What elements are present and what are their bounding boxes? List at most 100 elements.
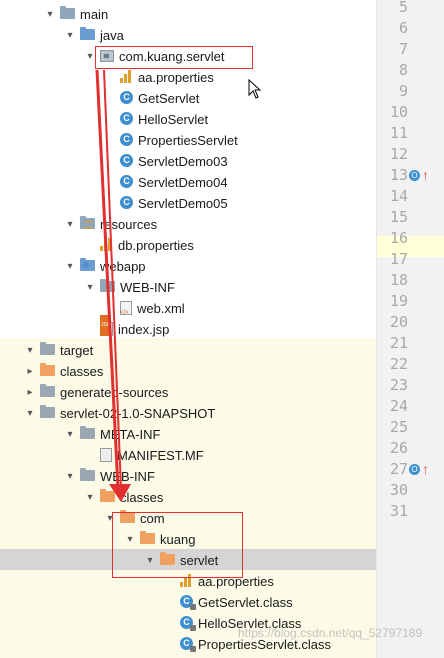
folder-icon xyxy=(80,27,95,40)
tree-item[interactable]: db.properties xyxy=(84,235,194,256)
chevron-down-icon[interactable]: ▾ xyxy=(84,46,96,67)
tree-item[interactable]: ▾ META-INF xyxy=(64,424,160,445)
chevron-right-icon[interactable]: ▸ xyxy=(24,382,36,403)
tree-item[interactable]: ▾ servlet xyxy=(144,550,218,571)
tree-item-label: kuang xyxy=(160,532,196,547)
tree-item[interactable]: index.jsp xyxy=(84,315,169,340)
tree-item-label: WEB-INF xyxy=(100,469,155,484)
properties-file-icon xyxy=(120,70,133,83)
override-marker[interactable]: O ↑ xyxy=(409,459,441,480)
tree-item[interactable]: ▾ resources xyxy=(64,214,157,235)
chevron-right-icon[interactable]: ▸ xyxy=(24,361,36,382)
tree-item[interactable]: C ServletDemo03 xyxy=(104,151,228,172)
tree-item[interactable]: C ServletDemo05 xyxy=(104,193,228,214)
tree-item[interactable]: ▾ classes xyxy=(84,487,163,508)
class-icon: C xyxy=(120,196,133,209)
line-number: 14 xyxy=(389,187,408,205)
chevron-down-icon[interactable]: ▾ xyxy=(64,25,76,46)
tree-item[interactable]: ▾ target xyxy=(24,340,93,361)
tree-item[interactable]: aa.properties xyxy=(164,571,274,592)
line-number: 27 xyxy=(389,460,408,478)
tree-item[interactable]: ▾ main xyxy=(44,4,108,25)
folder-icon xyxy=(160,552,175,565)
line-number: 24 xyxy=(389,397,408,415)
tree-item-label: resources xyxy=(100,217,158,232)
folder-icon xyxy=(80,468,95,481)
tree-item[interactable]: ▾ webapp xyxy=(64,256,146,277)
tree-item[interactable]: aa.properties xyxy=(104,67,214,88)
line-number: 19 xyxy=(389,292,408,310)
folder-icon xyxy=(40,342,55,355)
tree-item[interactable]: C GetServlet xyxy=(104,88,199,109)
overrides-method-icon: O xyxy=(409,170,420,181)
folder-icon xyxy=(60,6,75,19)
tree-item-label: web.xml xyxy=(137,301,185,316)
line-number: 25 xyxy=(389,418,408,436)
chevron-down-icon[interactable]: ▾ xyxy=(64,256,76,277)
tree-item-label: GetServlet.class xyxy=(198,595,293,610)
class-file-icon: C xyxy=(180,595,196,610)
tree-item[interactable]: C ServletDemo04 xyxy=(104,172,228,193)
line-number: 23 xyxy=(389,376,408,394)
tree-item[interactable]: ▾ servlet-02-1.0-SNAPSHOT xyxy=(24,403,215,424)
chevron-down-icon[interactable]: ▾ xyxy=(124,529,136,550)
tree-item[interactable]: C GetServlet.class xyxy=(164,592,293,613)
line-number: 11 xyxy=(389,124,408,142)
class-icon: C xyxy=(120,175,133,188)
tree-item-label: target xyxy=(60,343,94,358)
chevron-down-icon[interactable]: ▾ xyxy=(104,508,116,529)
project-tree: ▾ main ▾ java ▾ com.kuang.servlet aa.propertie… xyxy=(0,0,376,658)
line-number: 17 xyxy=(389,250,408,268)
tree-item[interactable]: C PropertiesServlet xyxy=(104,130,238,151)
class-icon: C xyxy=(120,133,133,146)
folder-icon xyxy=(100,279,115,292)
tree-item-label: main xyxy=(80,7,109,22)
line-number: 21 xyxy=(389,334,408,352)
chevron-down-icon[interactable]: ▾ xyxy=(84,277,96,298)
tree-item[interactable]: ▸ classes xyxy=(24,361,103,382)
tree-item[interactable]: ▾ WEB-INF xyxy=(64,466,155,487)
line-number: 16 xyxy=(389,229,408,247)
tree-item[interactable]: ▾ WEB-INF xyxy=(84,277,175,298)
chevron-down-icon[interactable]: ▾ xyxy=(144,550,156,571)
chevron-down-icon[interactable]: ▾ xyxy=(64,424,76,445)
resources-folder-icon xyxy=(80,216,95,229)
editor-gutter: 5 6 7 8 9 10 11 12 13 14 15 16 17 18 19 20 21 22 23 24 25 26 2… xyxy=(376,0,444,658)
class-icon: C xyxy=(120,154,133,167)
chevron-down-icon[interactable]: ▾ xyxy=(64,466,76,487)
folder-icon xyxy=(100,489,115,502)
tree-item[interactable]: web.xml xyxy=(104,298,185,324)
xml-file-icon xyxy=(120,301,132,324)
tree-item-label: generated-sources xyxy=(60,385,169,400)
line-number: 30 xyxy=(389,481,408,499)
chevron-down-icon[interactable]: ▾ xyxy=(24,340,36,361)
package-icon xyxy=(100,50,114,62)
tree-item[interactable]: ▾ com.kuang.servlet xyxy=(84,46,225,67)
class-icon: C xyxy=(120,91,133,104)
manifest-file-icon xyxy=(100,448,112,462)
chevron-down-icon[interactable]: ▾ xyxy=(24,403,36,424)
tree-item[interactable]: ▾ java xyxy=(64,25,124,46)
line-number: 20 xyxy=(389,313,408,331)
tree-item[interactable]: MANIFEST.MF xyxy=(84,445,204,466)
chevron-down-icon[interactable]: ▾ xyxy=(84,487,96,508)
tree-item[interactable]: ▾ com xyxy=(104,508,165,529)
tree-item-label: com.kuang.servlet xyxy=(119,49,225,64)
tree-item-label: classes xyxy=(120,490,164,505)
class-file-icon: C xyxy=(180,616,196,631)
tree-item[interactable]: ▾ kuang xyxy=(124,529,195,550)
arrow-up-icon: ↑ xyxy=(422,167,429,183)
tree-item-label: com xyxy=(140,511,165,526)
tree-item[interactable]: C HelloServlet xyxy=(104,109,208,130)
tree-item[interactable]: ▸ generated-sources xyxy=(24,382,168,403)
tree-item-label: ServletDemo04 xyxy=(138,175,228,190)
chevron-down-icon[interactable]: ▾ xyxy=(44,4,56,25)
chevron-down-icon[interactable]: ▾ xyxy=(64,214,76,235)
line-number: 22 xyxy=(389,355,408,373)
overrides-method-icon: O xyxy=(409,464,420,475)
properties-file-icon xyxy=(100,238,113,251)
web-folder-icon xyxy=(80,258,95,271)
class-icon: C xyxy=(120,112,133,125)
override-marker[interactable]: O ↑ xyxy=(409,165,441,186)
properties-file-icon xyxy=(180,574,193,587)
